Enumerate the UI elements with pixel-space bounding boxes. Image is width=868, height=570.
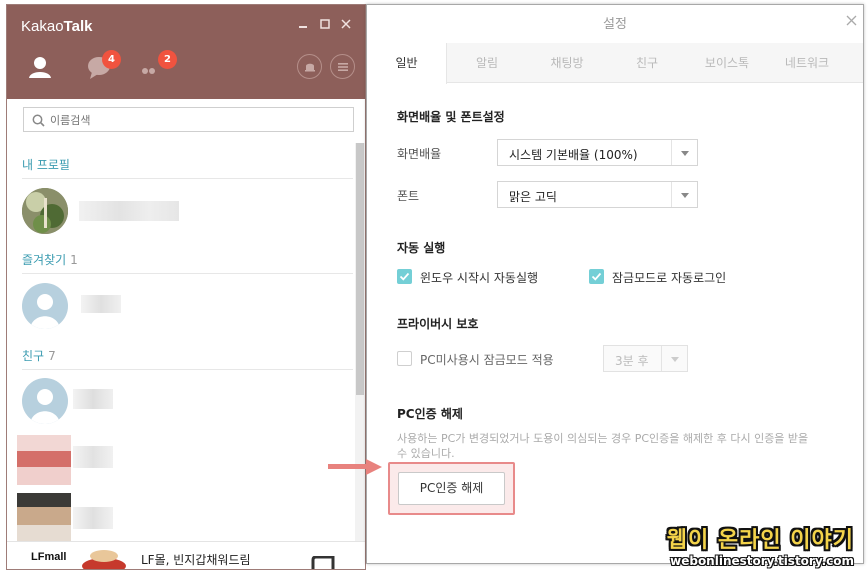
tab-general[interactable]: 일반 [367,43,447,84]
privacy-heading: 프라이버시 보호 [397,317,479,331]
default-avatar-icon[interactable] [22,283,68,329]
friends-title: 친구 7 [22,349,56,363]
chevron-down-icon[interactable] [671,140,697,165]
tab-chatroom[interactable]: 채팅방 [527,43,607,83]
divider [22,273,353,274]
chevron-down-icon[interactable] [661,346,687,371]
ad-banner[interactable]: LFmall LF몰, 빈지갑채워드림 [7,541,365,569]
watermark: 웹이 온라인 이야기 webonlinestory.tistory.com [667,528,854,568]
idle-lock-time-select[interactable]: 3분 후 [603,345,688,372]
pc-auth-description: 사용하는 PC가 변경되었거나 도용이 의심되는 경우 PC인증을 해제한 후 … [397,432,809,460]
tab-friends[interactable]: 친구 [607,43,687,83]
avatar[interactable] [22,188,68,234]
friend-list: 내 프로필 즐겨찾기 1 친구 7 [7,141,353,543]
blurred-avatar [17,493,71,543]
windows-start-checkbox[interactable] [397,269,412,284]
scrollbar[interactable] [355,143,365,543]
blurred-name [81,295,121,313]
menu-icon[interactable] [330,54,355,79]
divider [22,178,353,179]
scale-label: 화면배율 [397,147,442,161]
font-label: 폰트 [397,189,420,203]
divider [22,369,353,370]
autorun-heading: 자동 실행 [397,241,446,255]
tab-notifications[interactable]: 알림 [447,43,527,83]
search-box[interactable] [23,107,354,132]
ad-product-icon [82,550,126,569]
kakaotalk-window: KakaoTalk 4 2 이름검색 내 프로필 즐겨찾기 1 친구 7 LFm… [6,4,366,570]
ad-frame-icon [311,556,335,569]
chat-badge: 4 [102,50,121,69]
my-profile-title: 내 프로필 [22,158,70,172]
lock-autologin-label[interactable]: 잠금모드로 자동로그인 [612,269,726,286]
minimize-icon[interactable] [297,19,309,31]
close-icon[interactable] [340,19,352,31]
blurred-name [79,201,179,221]
idle-lock-label[interactable]: PC미사용시 잠금모드 적용 [420,351,554,368]
lock-autologin-checkbox[interactable] [589,269,604,284]
bell-icon[interactable] [297,54,322,79]
favorites-title: 즐겨찾기 1 [22,253,78,267]
scale-select[interactable]: 시스템 기본배율 (100%) [497,139,698,166]
blurred-name [73,389,113,409]
settings-window: 설정 일반 알림 채팅방 친구 보이스톡 네트워크 화면배율 및 폰트설정 화면… [366,4,864,564]
pc-auth-heading: PC인증 해제 [397,407,463,421]
ad-text: LF몰, 빈지갑채워드림 [141,553,251,567]
idle-lock-checkbox[interactable] [397,351,412,366]
tab-voicetalk[interactable]: 보이스톡 [687,43,767,83]
ad-brand-logo: LFmall [31,551,67,563]
windows-start-label[interactable]: 윈도우 시작시 자동실행 [420,269,538,286]
watermark-url: webonlinestory.tistory.com [670,554,854,568]
kakaotalk-header: KakaoTalk 4 2 [7,5,365,99]
settings-title: 설정 [603,17,627,32]
friends-icon[interactable] [28,55,52,82]
font-select[interactable]: 맑은 고딕 [497,181,698,208]
blurred-name [73,507,113,529]
display-heading: 화면배율 및 폰트설정 [397,110,505,124]
blurred-avatar [17,435,71,485]
pc-auth-release-button[interactable]: PC인증 해제 [398,472,505,505]
annotation-arrow-icon [328,459,382,475]
settings-close-icon[interactable] [846,15,857,29]
tab-network[interactable]: 네트워크 [767,43,847,83]
app-title: KakaoTalk [21,18,93,35]
more-badge: 2 [158,50,177,69]
default-avatar-icon[interactable] [22,378,68,424]
search-input[interactable] [50,111,340,129]
settings-tabs: 일반 알림 채팅방 친구 보이스톡 네트워크 [367,43,863,84]
scrollbar-thumb[interactable] [356,143,364,395]
chevron-down-icon[interactable] [671,182,697,207]
maximize-icon[interactable] [319,19,331,31]
blurred-name [73,446,113,468]
highlight-box: PC인증 해제 [388,462,515,515]
search-icon [32,114,45,127]
watermark-title: 웹이 온라인 이야기 [666,528,854,553]
